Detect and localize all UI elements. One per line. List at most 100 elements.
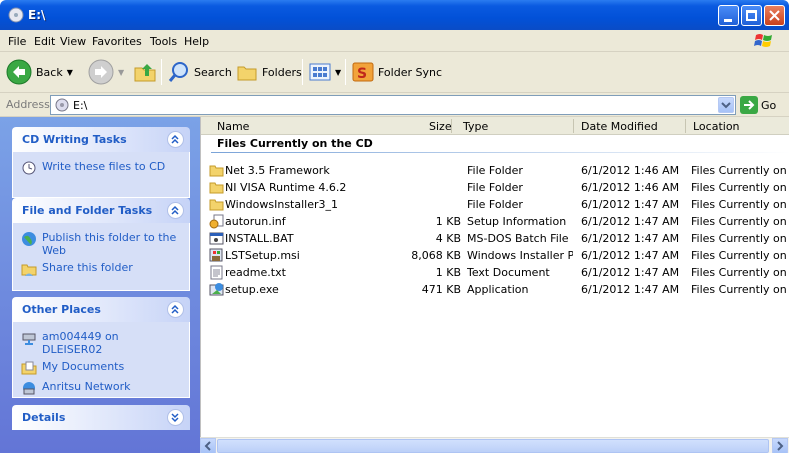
folder-icon bbox=[209, 182, 224, 194]
write-files-to-cd-link[interactable]: Write these files to CD bbox=[21, 160, 181, 176]
back-arrow-icon bbox=[6, 59, 32, 85]
close-button[interactable] bbox=[764, 5, 785, 26]
maximize-icon bbox=[746, 10, 757, 21]
collapse-chevron-icon[interactable] bbox=[167, 131, 184, 148]
maximize-button[interactable] bbox=[741, 5, 762, 26]
toolbar-separator bbox=[345, 59, 346, 85]
forward-arrow-icon bbox=[88, 59, 114, 85]
menu-favorites[interactable]: Favorites bbox=[92, 35, 142, 48]
views-button[interactable]: ▼ bbox=[309, 58, 341, 86]
details-title: Details bbox=[22, 411, 66, 424]
go-button[interactable]: Go bbox=[740, 96, 776, 114]
other-places-header[interactable]: Other Places bbox=[12, 297, 190, 322]
globe-icon bbox=[22, 232, 36, 246]
file-date-modified: 6/1/2012 1:47 AM bbox=[581, 215, 680, 228]
network-drive-link[interactable]: am004449 on DLEISER02 bbox=[21, 330, 181, 356]
file-row[interactable]: setup.exe 471 KB Application 6/1/2012 1:47 … bbox=[201, 281, 789, 298]
file-group-title: Files Currently on the CD bbox=[217, 137, 373, 150]
my-documents-link[interactable]: My Documents bbox=[21, 360, 181, 376]
file-row[interactable]: WindowsInstaller3_1 File Folder 6/1/2012 1… bbox=[201, 196, 789, 213]
file-row[interactable]: LSTSetup.msi 8,068 KB Windows Installer P.… bbox=[201, 247, 789, 264]
file-row[interactable]: readme.txt 1 KB Text Document 6/1/2012 1:47… bbox=[201, 264, 789, 281]
column-divider[interactable] bbox=[685, 119, 686, 133]
file-location: Files Currently on t... bbox=[691, 249, 789, 262]
file-date-modified: 6/1/2012 1:47 AM bbox=[581, 283, 680, 296]
publish-folder-web-link[interactable]: Publish this folder to the Web bbox=[21, 231, 181, 257]
minimize-icon bbox=[724, 19, 732, 22]
address-bar: Address E:\ Go bbox=[0, 93, 789, 117]
toolbar: Back ▼ ▼ Search Folders ▼ S Folder Sync bbox=[0, 52, 789, 93]
folders-label: Folders bbox=[262, 65, 302, 79]
address-dropdown-button[interactable] bbox=[718, 97, 734, 113]
horizontal-scrollbar[interactable] bbox=[200, 437, 789, 453]
column-header-size[interactable]: Size bbox=[429, 120, 452, 133]
folder-sync-button[interactable]: S Folder Sync bbox=[352, 58, 442, 86]
anritsu-network-link[interactable]: Anritsu Network bbox=[21, 380, 181, 396]
collapse-chevron-icon[interactable] bbox=[167, 202, 184, 219]
network-drive-icon bbox=[22, 333, 36, 345]
title-bar[interactable]: E:\ bbox=[0, 0, 789, 30]
file-location: Files Currently on t... bbox=[691, 198, 789, 211]
cd-drive-icon bbox=[55, 98, 69, 112]
column-header-location[interactable]: Location bbox=[693, 120, 740, 133]
forward-dropdown-icon[interactable]: ▼ bbox=[118, 68, 124, 77]
column-header-date-modified[interactable]: Date Modified bbox=[581, 120, 658, 133]
views-dropdown-icon[interactable]: ▼ bbox=[335, 68, 341, 77]
cd-drive-icon bbox=[8, 7, 24, 23]
share-folder-icon bbox=[21, 264, 37, 276]
file-folder-tasks-group: File and Folder Tasks Publish this folde… bbox=[12, 198, 190, 291]
back-label: Back bbox=[36, 65, 63, 79]
file-date-modified: 6/1/2012 1:47 AM bbox=[581, 266, 680, 279]
expand-chevron-icon[interactable] bbox=[167, 409, 184, 426]
column-divider[interactable] bbox=[573, 119, 574, 133]
folder-sync-label: Folder Sync bbox=[378, 65, 443, 79]
file-row[interactable]: autorun.inf 1 KB Setup Information 6/1/2012… bbox=[201, 213, 789, 230]
collapse-chevron-icon[interactable] bbox=[167, 301, 184, 318]
up-folder-button[interactable] bbox=[133, 58, 157, 86]
task-pane: CD Writing Tasks Write these files to CD… bbox=[0, 117, 200, 453]
menu-tools[interactable]: Tools bbox=[150, 35, 177, 48]
details-header[interactable]: Details bbox=[12, 405, 190, 430]
file-row[interactable]: NI VISA Runtime 4.6.2 File Folder 6/1/2012… bbox=[201, 179, 789, 196]
file-size: 8,068 KB bbox=[411, 249, 461, 262]
menu-file[interactable]: File bbox=[8, 35, 26, 48]
address-input[interactable]: E:\ bbox=[50, 95, 736, 115]
file-name: readme.txt bbox=[225, 266, 286, 279]
folders-icon bbox=[237, 66, 257, 81]
search-button[interactable]: Search bbox=[168, 58, 232, 86]
column-header-name[interactable]: Name bbox=[217, 120, 249, 133]
file-location: Files Currently on t... bbox=[691, 266, 789, 279]
share-folder-link[interactable]: Share this folder bbox=[21, 261, 181, 277]
file-type: Text Document bbox=[467, 266, 550, 279]
file-row[interactable]: INSTALL.BAT 4 KB MS-DOS Batch File 6/1/2012… bbox=[201, 230, 789, 247]
address-value: E:\ bbox=[73, 99, 88, 112]
file-name: NI VISA Runtime 4.6.2 bbox=[225, 181, 347, 194]
scroll-thumb[interactable] bbox=[217, 439, 769, 453]
file-type: Setup Information bbox=[467, 215, 567, 228]
write-cd-icon bbox=[22, 161, 36, 175]
file-folder-tasks-header[interactable]: File and Folder Tasks bbox=[12, 198, 190, 223]
minimize-button[interactable] bbox=[718, 5, 739, 26]
scroll-left-button[interactable] bbox=[200, 438, 216, 453]
menu-view[interactable]: View bbox=[60, 35, 86, 48]
menu-edit[interactable]: Edit bbox=[34, 35, 55, 48]
file-row[interactable]: Net 3.5 Framework File Folder 6/1/2012 1:4… bbox=[201, 162, 789, 179]
menu-help[interactable]: Help bbox=[184, 35, 209, 48]
column-header-type[interactable]: Type bbox=[463, 120, 488, 133]
scroll-right-button[interactable] bbox=[772, 438, 788, 453]
other-places-title: Other Places bbox=[22, 303, 101, 316]
go-arrow-icon bbox=[740, 96, 758, 114]
menu-bar: File Edit View Favorites Tools Help bbox=[0, 30, 789, 52]
other-places-group: Other Places am004449 on DLEISER02 My Do… bbox=[12, 297, 190, 398]
search-icon bbox=[168, 62, 188, 82]
file-name: LSTSetup.msi bbox=[225, 249, 300, 262]
back-dropdown-icon[interactable]: ▼ bbox=[67, 68, 73, 77]
forward-button[interactable]: ▼ bbox=[88, 58, 124, 86]
file-list[interactable]: Name Size Type Date Modified Location Fi… bbox=[200, 117, 789, 437]
back-button[interactable]: Back ▼ bbox=[6, 58, 73, 86]
folders-button[interactable]: Folders bbox=[236, 58, 302, 86]
details-group: Details bbox=[12, 405, 190, 430]
window-title: E:\ bbox=[28, 8, 46, 22]
cd-writing-tasks-header[interactable]: CD Writing Tasks bbox=[12, 127, 190, 152]
file-size: 1 KB bbox=[435, 266, 461, 279]
